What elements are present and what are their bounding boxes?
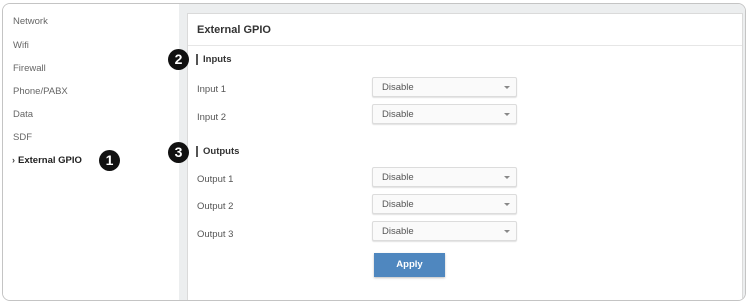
output-3-label: Output 3 <box>197 229 234 240</box>
sidebar-item-label: Network <box>13 16 48 27</box>
sidebar: Network Wifi Firewall Phone/PABX Data SD… <box>3 4 179 300</box>
sidebar-item-firewall[interactable]: Firewall <box>13 63 46 74</box>
select-value: Disable <box>382 109 414 120</box>
sidebar-item-label: Firewall <box>13 63 46 74</box>
caret-down-icon <box>504 113 510 116</box>
output-1-label: Output 1 <box>197 174 234 185</box>
sidebar-item-label: Phone/PABX <box>13 86 68 97</box>
caret-down-icon <box>504 230 510 233</box>
caret-down-icon <box>504 203 510 206</box>
sidebar-item-network[interactable]: Network <box>13 16 48 27</box>
input-2-label: Input 2 <box>197 112 227 123</box>
sidebar-item-data[interactable]: Data <box>13 109 33 120</box>
output-2-select[interactable]: Disable <box>372 194 517 214</box>
input-1-select[interactable]: Disable <box>372 77 517 97</box>
sidebar-item-external-gpio[interactable]: › External GPIO <box>12 155 82 166</box>
page-title: External GPIO <box>197 24 271 36</box>
sidebar-item-sdf[interactable]: SDF <box>13 132 32 143</box>
input-2-select[interactable]: Disable <box>372 104 517 124</box>
caret-down-icon <box>504 86 510 89</box>
select-value: Disable <box>382 82 414 93</box>
outputs-section-heading: Outputs <box>196 146 239 157</box>
input-1-label: Input 1 <box>197 84 227 95</box>
sidebar-item-label: External GPIO <box>18 155 82 166</box>
sidebar-item-phone-pabx[interactable]: Phone/PABX <box>13 86 68 97</box>
sidebar-item-label: Wifi <box>13 40 29 51</box>
output-2-label: Output 2 <box>197 201 234 212</box>
callout-badge-1: 1 <box>99 150 120 171</box>
sidebar-item-label: SDF <box>13 132 32 143</box>
sidebar-item-wifi[interactable]: Wifi <box>13 40 29 51</box>
select-value: Disable <box>382 226 414 237</box>
callout-badge-2: 2 <box>168 49 189 70</box>
callout-badge-3: 3 <box>168 142 189 163</box>
output-3-select[interactable]: Disable <box>372 221 517 241</box>
apply-button[interactable]: Apply <box>374 253 445 277</box>
sidebar-item-label: Data <box>13 109 34 120</box>
output-1-select[interactable]: Disable <box>372 167 517 187</box>
caret-down-icon <box>504 176 510 179</box>
app-window: Network Wifi Firewall Phone/PABX Data SD… <box>2 3 746 301</box>
select-value: Disable <box>382 172 414 183</box>
select-value: Disable <box>382 199 414 210</box>
inputs-section-heading: Inputs <box>196 54 232 65</box>
title-divider <box>188 45 742 46</box>
chevron-right-icon: › <box>12 155 15 165</box>
gpio-panel: External GPIO Inputs Input 1 Disable Inp… <box>187 13 743 300</box>
